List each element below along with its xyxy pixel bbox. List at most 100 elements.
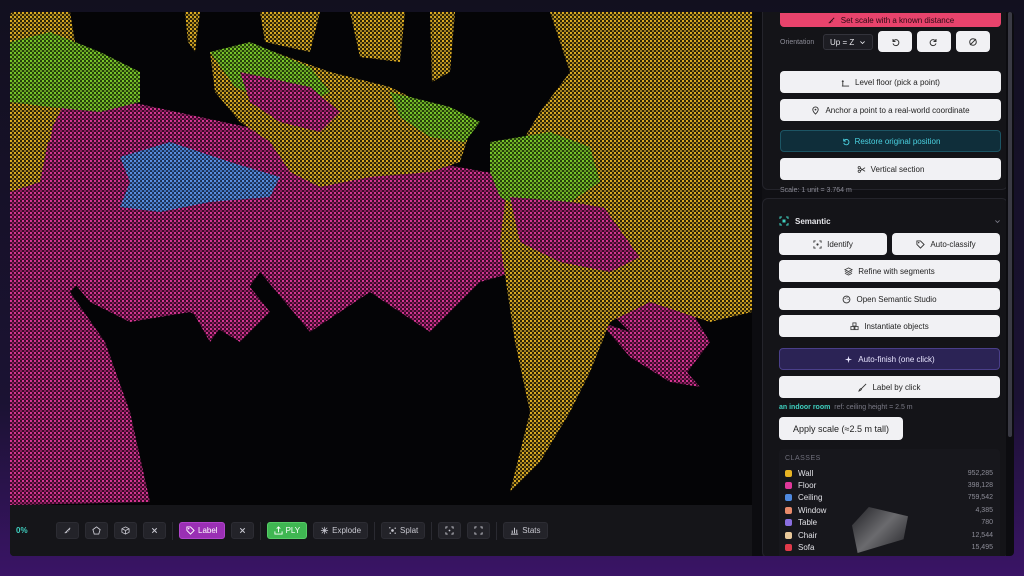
orientation-select[interactable]: Up = Z [823, 34, 873, 50]
auto-classify-text: Auto-classify [930, 239, 976, 249]
bar-chart-icon [511, 527, 519, 535]
apply-scale-button[interactable]: Apply scale (≈2.5 m tall) [779, 417, 903, 440]
rotate-right-button[interactable] [917, 31, 951, 52]
map-pin-icon [812, 106, 820, 115]
sparkles-icon [845, 355, 853, 363]
explode-button-text: Explode [332, 526, 362, 535]
label-button[interactable]: Label [179, 522, 225, 539]
auto-finish-text: Auto-finish (one click) [858, 354, 935, 364]
reset-rotation-button[interactable] [956, 31, 990, 52]
tag-icon [916, 239, 926, 249]
orientation-label: Orientation [780, 39, 815, 46]
semantic-section-title: Semantic [795, 217, 831, 226]
class-count: 780 [981, 519, 993, 527]
boxes-icon [850, 321, 859, 330]
scan-icon [779, 216, 789, 226]
semantic-studio-button[interactable]: Open Semantic Studio [779, 288, 1000, 310]
toolbar-divider [172, 521, 173, 540]
level-icon [841, 79, 850, 87]
tag-icon [186, 526, 195, 535]
splat-button[interactable]: Splat [381, 522, 426, 539]
cube-icon [121, 526, 130, 535]
splat-icon [389, 527, 396, 534]
scissors-icon [857, 165, 865, 173]
scan-icon [813, 239, 822, 249]
set-scale-button[interactable]: Set scale with a known distance [780, 13, 1001, 27]
class-count: 759,542 [967, 494, 993, 502]
vertical-section-text: Vertical section [870, 164, 925, 174]
bottom-toolbar: 0% Label PLY Explode Splat Stats [10, 505, 752, 556]
box-tool-button[interactable] [114, 522, 137, 539]
close-icon [151, 527, 158, 534]
class-name: Ceiling [798, 493, 823, 503]
panel-scrollbar[interactable] [1008, 12, 1012, 437]
ply-export-button[interactable]: PLY [266, 522, 308, 539]
ruler-icon [828, 16, 835, 24]
class-color-swatch [785, 469, 792, 477]
auto-classify-button[interactable]: Auto-classify [892, 233, 1000, 255]
scene-reference: ref: ceiling height = 2.5 m [834, 404, 913, 411]
class-color-swatch [785, 543, 792, 551]
fullscreen-icon [474, 526, 483, 535]
label-by-click-text: Label by click [872, 382, 921, 392]
instantiate-objects-button[interactable]: Instantiate objects [779, 315, 1000, 337]
class-color-swatch [785, 531, 792, 539]
stats-button[interactable]: Stats [503, 522, 548, 539]
ruler-icon [64, 527, 71, 534]
rotate-ccw-icon [892, 38, 900, 46]
pentagon-icon [92, 526, 101, 535]
class-count: 12,544 [971, 531, 993, 539]
vertical-section-button[interactable]: Vertical section [780, 158, 1001, 180]
restore-icon [842, 138, 849, 145]
auto-finish-button[interactable]: Auto-finish (one click) [779, 348, 1000, 370]
point-cloud-viewport[interactable] [10, 12, 752, 505]
apply-scale-text: Apply scale (≈2.5 m tall) [793, 423, 889, 434]
focus-button[interactable] [438, 522, 462, 539]
anchor-point-button[interactable]: Anchor a point to a real-world coordinat… [780, 99, 1001, 121]
restore-position-button[interactable]: Restore original position [780, 130, 1001, 152]
label-by-click-button[interactable]: Label by click [779, 376, 1000, 398]
class-name: Table [798, 518, 818, 528]
class-name: Sofa [798, 542, 815, 552]
restore-position-text: Restore original position [854, 136, 941, 146]
collapse-chevron-icon[interactable] [994, 218, 1001, 225]
toolbar-divider [496, 521, 498, 540]
classes-title: CLASSES [785, 455, 821, 462]
class-name: Wall [798, 468, 814, 478]
rotate-left-button[interactable] [878, 31, 912, 52]
reset-icon [969, 37, 977, 46]
export-icon [274, 526, 283, 535]
refine-segments-button[interactable]: Refine with segments [779, 260, 1000, 282]
identify-button[interactable]: Identify [779, 233, 887, 255]
transform-card: Set scale with a known distance Orientat… [762, 12, 1006, 194]
splat-button-text: Splat [400, 526, 419, 535]
class-color-swatch [785, 519, 792, 527]
explode-button[interactable]: Explode [313, 522, 369, 539]
class-name: Chair [798, 530, 818, 540]
anchor-point-text: Anchor a point to a real-world coordinat… [825, 105, 970, 115]
point-cloud-canvas[interactable] [10, 12, 752, 505]
class-count: 4,385 [975, 506, 993, 514]
clear-tool-button[interactable] [143, 522, 166, 539]
progress-percent: 0% [16, 526, 28, 535]
class-row-ceiling[interactable]: Ceiling 759,542 [785, 492, 993, 504]
class-name: Furniture [798, 555, 830, 556]
class-color-swatch [785, 506, 792, 514]
polygon-tool-button[interactable] [85, 522, 108, 539]
scale-readout: Scale: 1 unit = 3.764 m [780, 187, 852, 194]
class-row-floor[interactable]: Floor 398,128 [785, 479, 993, 491]
class-color-swatch [785, 494, 792, 502]
layers-icon [844, 266, 854, 276]
measure-tool-button[interactable] [56, 522, 79, 539]
cancel-label-button[interactable] [230, 522, 254, 539]
class-row-furniture[interactable]: Furniture345,041 [785, 554, 993, 556]
level-floor-button[interactable]: Level floor (pick a point) [780, 71, 1001, 93]
class-row-wall[interactable]: Wall 952,285 [785, 467, 993, 479]
rotate-cw-icon [929, 38, 937, 46]
fullscreen-button[interactable] [467, 522, 491, 539]
instantiate-text: Instantiate objects [864, 321, 929, 331]
stats-button-text: Stats [522, 526, 541, 535]
identify-text: Identify [827, 239, 853, 249]
semantic-studio-text: Open Semantic Studio [856, 294, 937, 304]
class-count: 398,128 [967, 481, 993, 489]
